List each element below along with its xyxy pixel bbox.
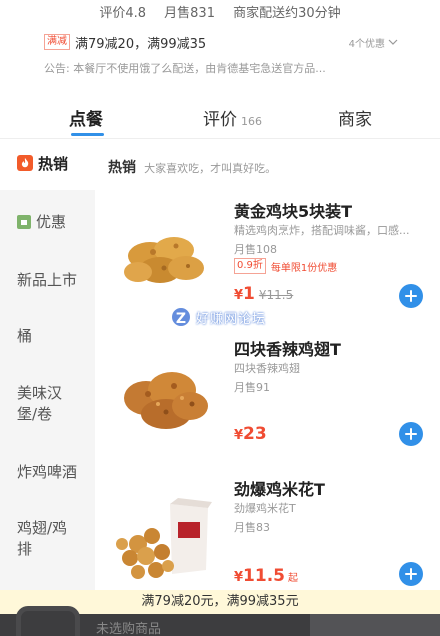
add-to-cart-button[interactable]	[399, 562, 423, 586]
add-to-cart-button[interactable]	[399, 284, 423, 308]
chevron-down-icon	[388, 39, 398, 45]
sidebar-item-discount[interactable]: 优惠	[0, 198, 95, 248]
store-monthly-sales: 月售831	[164, 6, 215, 21]
category-sidebar: 热销 优惠 新品上市 桶 美味汉堡/卷 炸鸡啤酒 鸡翅/鸡排	[0, 140, 95, 636]
tab-merchant[interactable]: 商家	[338, 105, 372, 130]
store-stats: 评价4.8 月售831 商家配送约30分钟	[0, 2, 440, 21]
add-to-cart-button[interactable]	[399, 422, 423, 446]
currency-symbol: ¥	[234, 570, 244, 585]
section-subtitle: 大家喜欢吃，才叫真好吃。	[144, 162, 277, 175]
sidebar-item-label: 新品上市	[17, 271, 78, 289]
product-name: 劲爆鸡米花T	[234, 480, 325, 499]
section-title: 热销	[108, 160, 136, 176]
chicken-nuggets-photo[interactable]	[108, 194, 220, 306]
product-discount: 0.9折 每单限1份优惠	[234, 258, 337, 274]
cart-icon[interactable]	[16, 606, 80, 636]
sidebar-item-label: 桶	[17, 327, 33, 345]
gift-icon	[17, 215, 31, 229]
product-sales: 月售108	[234, 243, 277, 256]
price-value: 1	[243, 284, 255, 304]
product-sales: 月售83	[234, 521, 270, 534]
promo-row[interactable]: 满减 满79减20，满99减35 4个优惠	[44, 33, 398, 52]
promo-tag: 满减	[44, 34, 70, 50]
promo-text: 满79减20，满99减35	[75, 36, 207, 52]
sidebar-item-hot[interactable]: 热销	[0, 140, 95, 190]
price-value: 23	[243, 424, 267, 444]
checkout-button[interactable]	[310, 614, 440, 636]
store-notice[interactable]: 公告: 本餐厅不使用饿了么配送，由肯德基宅急送官方品...	[44, 60, 394, 76]
product-desc: 四块香辣鸡翅	[234, 362, 300, 375]
original-price: ¥11.5	[258, 288, 294, 302]
promo-more-label: 4个优惠	[348, 38, 385, 50]
popcorn-chicken-photo[interactable]	[108, 474, 220, 586]
tab-bar: 点餐 评价 166 商家	[0, 103, 440, 139]
price-value: 11.5	[243, 566, 285, 586]
tab-reviews[interactable]: 评价 166	[203, 105, 262, 130]
sidebar-item-new[interactable]: 新品上市	[0, 256, 95, 306]
product-item[interactable]: 劲爆鸡米花T 劲爆鸡米花T 月售83 ¥11.5 起	[108, 474, 440, 590]
product-sales: 月售91	[234, 381, 270, 394]
product-item[interactable]: 四块香辣鸡翅T 四块香辣鸡翅 月售91 ¥23	[108, 334, 440, 454]
tab-merchant-label: 商家	[338, 110, 372, 130]
currency-symbol: ¥	[234, 428, 244, 443]
section-header: 热销 大家喜欢吃，才叫真好吃。	[108, 157, 276, 177]
product-price: ¥1 ¥11.5	[234, 284, 293, 304]
tab-reviews-label: 评价	[203, 110, 237, 130]
sidebar-item-label: 鸡翅/鸡排	[17, 519, 68, 558]
flame-icon	[17, 155, 33, 171]
store-page: 评价4.8 月售831 商家配送约30分钟 满减 满79减20，满99减35 4…	[0, 0, 440, 636]
cart-bar: 未选购商品	[0, 606, 440, 636]
sidebar-item-label: 优惠	[36, 213, 67, 231]
sidebar-item-label: 美味汉堡/卷	[17, 384, 63, 423]
currency-symbol: ¥	[234, 288, 244, 303]
price-suffix: 起	[288, 573, 298, 584]
sidebar-item-chicken-beer[interactable]: 炸鸡啤酒	[0, 450, 95, 500]
product-name: 四块香辣鸡翅T	[234, 340, 341, 359]
discount-tag: 0.9折	[234, 258, 266, 274]
product-price: ¥11.5 起	[234, 566, 298, 586]
sidebar-item-label: 热销	[38, 155, 69, 173]
product-item[interactable]: 黄金鸡块5块装T 精选鸡肉烹炸，搭配调味酱，口感... 月售108 0.9折 每…	[108, 194, 440, 314]
tab-order-label: 点餐	[69, 110, 103, 130]
sidebar-item-bucket[interactable]: 桶	[0, 312, 95, 362]
watermark-text: 好赚网论坛	[196, 311, 267, 327]
product-desc: 精选鸡肉烹炸，搭配调味酱，口感...	[234, 224, 410, 237]
promo-more[interactable]: 4个优惠	[349, 35, 398, 50]
store-delivery-time: 商家配送约30分钟	[233, 6, 341, 21]
discount-limit: 每单限1份优惠	[270, 262, 338, 274]
cart-status-text: 未选购商品	[96, 622, 162, 636]
watermark: Z 好赚网论坛	[170, 306, 266, 328]
product-name: 黄金鸡块5块装T	[234, 202, 353, 221]
spicy-wings-photo[interactable]	[108, 334, 220, 446]
sidebar-item-burgers[interactable]: 美味汉堡/卷	[0, 378, 80, 438]
watermark-logo-icon: Z	[170, 306, 192, 328]
sidebar-item-label: 炸鸡啤酒	[17, 463, 78, 481]
product-desc: 劲爆鸡米花T	[234, 502, 296, 515]
tab-active-indicator	[71, 133, 104, 136]
store-rating: 评价4.8	[99, 6, 147, 21]
sidebar-item-wings[interactable]: 鸡翅/鸡排	[0, 512, 70, 572]
tab-reviews-count: 166	[241, 115, 262, 128]
tab-order[interactable]: 点餐	[69, 105, 103, 130]
product-price: ¥23	[234, 424, 267, 444]
